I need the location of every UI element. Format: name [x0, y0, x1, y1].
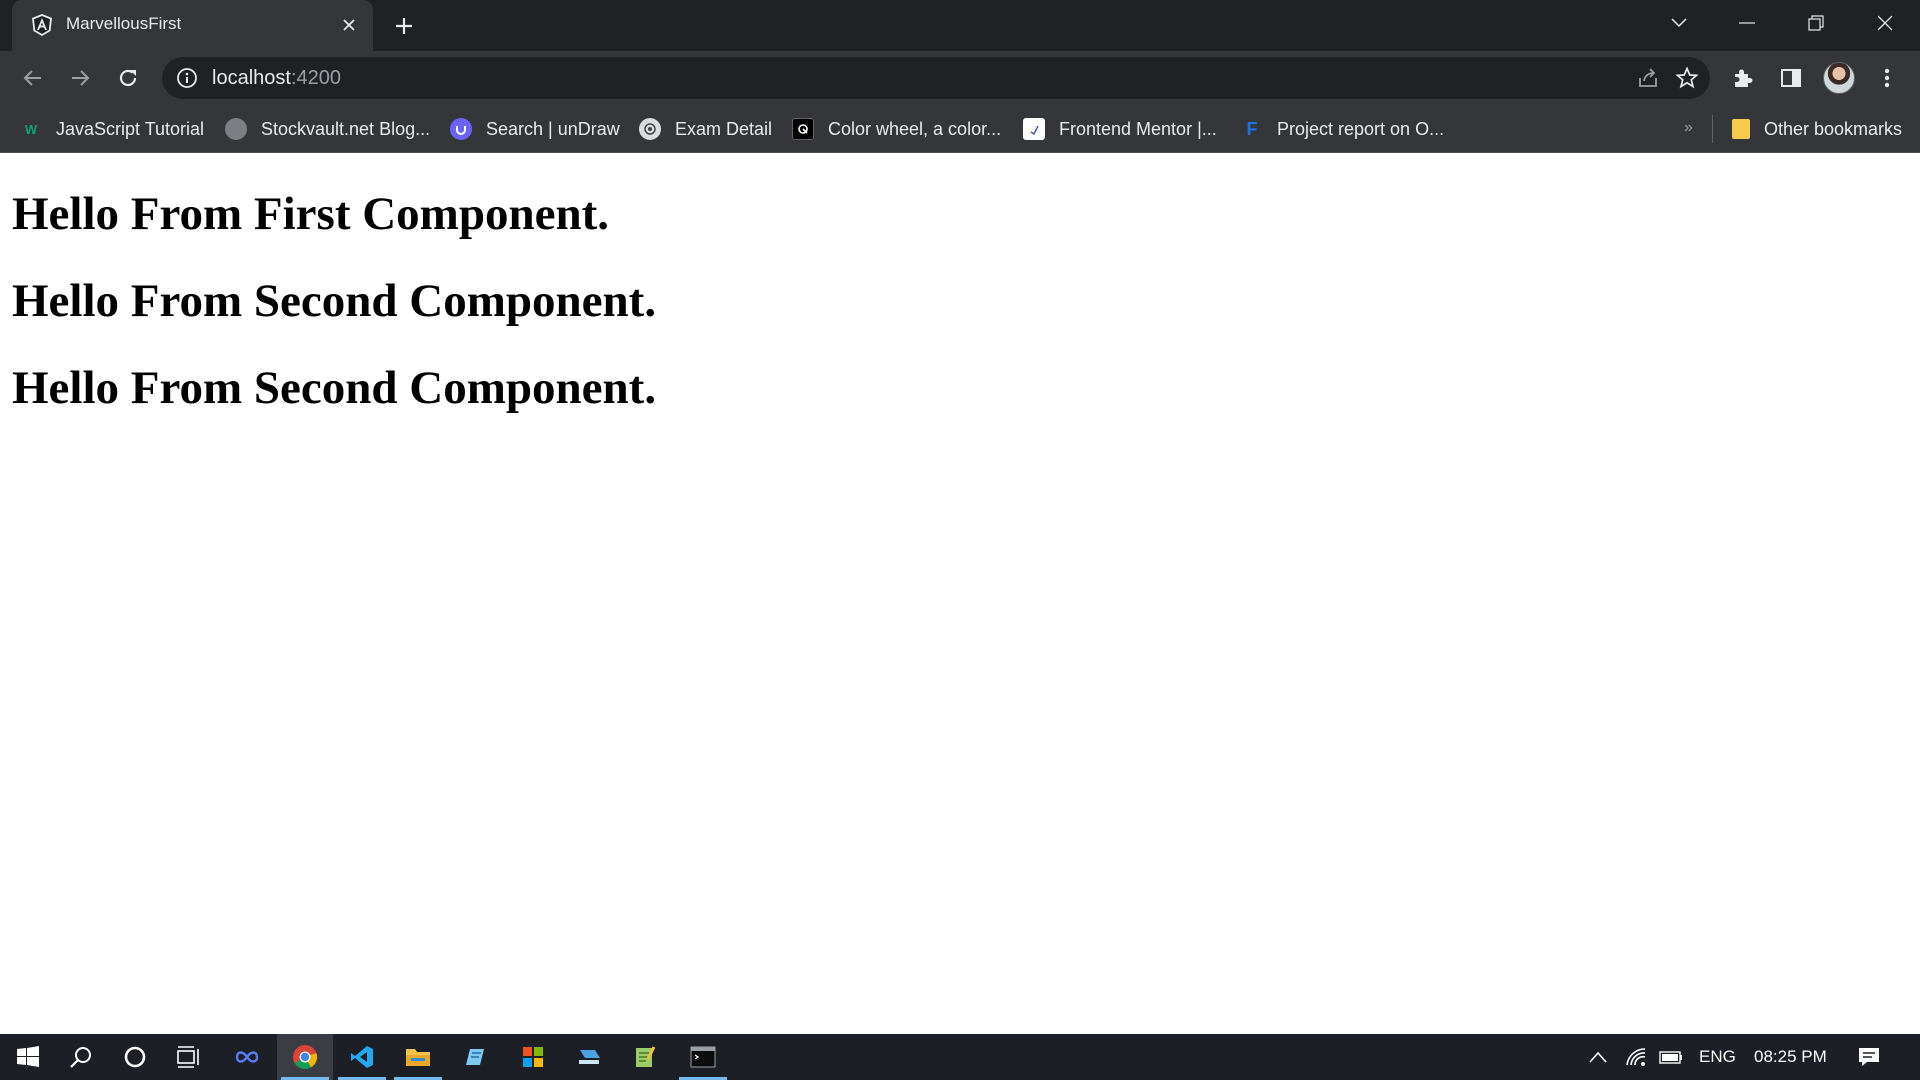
app-icon[interactable] [562, 1034, 618, 1080]
stockvault-icon [225, 118, 247, 140]
bookmark-other-bookmarks[interactable]: Other bookmarks [1732, 115, 1902, 143]
notepad-icon[interactable] [448, 1034, 504, 1080]
tab-title: MarvellousFirst [66, 14, 182, 33]
bookmarks-bar: W JavaScript Tutorial Stockvault.net Blo… [0, 105, 1920, 153]
adobe-color-icon [792, 118, 814, 140]
frontend-mentor-icon [1023, 118, 1045, 140]
bookmark-color-wheel[interactable]: Color wheel, a color... [792, 115, 1001, 143]
share-icon[interactable] [1635, 65, 1661, 91]
tab-search-icon[interactable] [1659, 6, 1699, 40]
close-tab-icon[interactable] [336, 12, 362, 38]
terminal-icon[interactable] [675, 1034, 731, 1080]
chevron-up-icon[interactable] [1585, 1045, 1611, 1069]
notification-icon[interactable] [1856, 1045, 1882, 1069]
more-bookmarks-chevron[interactable]: » [1684, 119, 1693, 137]
clock[interactable]: 08:25 PM [1754, 1047, 1827, 1067]
side-panel-icon[interactable] [1774, 61, 1808, 95]
infinity-app-icon[interactable] [219, 1034, 275, 1080]
url-port: :4200 [290, 67, 341, 89]
cortana-icon[interactable] [107, 1034, 163, 1080]
close-window-icon[interactable] [1865, 6, 1905, 40]
bookmark-undraw[interactable]: Search | unDraw [450, 115, 620, 143]
minimize-icon[interactable] [1727, 6, 1767, 40]
bookmark-frontend-mentor[interactable]: Frontend Mentor |... [1023, 115, 1217, 143]
bookmark-stockvault[interactable]: Stockvault.net Blog... [225, 115, 430, 143]
browser-tab[interactable]: MarvellousFirst [12, 0, 373, 51]
windows-taskbar: ENG 08:25 PM [0, 1034, 1920, 1080]
browser-toolbar: localhost:4200 [0, 51, 1920, 105]
extensions-icon[interactable] [1726, 61, 1760, 95]
bookmark-exam-detail[interactable]: Exam Detail [639, 115, 772, 143]
search-icon[interactable] [53, 1034, 109, 1080]
w3schools-icon: W [24, 121, 38, 137]
profile-avatar[interactable] [1823, 62, 1855, 94]
exam-icon [639, 118, 661, 140]
bookmark-star-icon[interactable] [1674, 65, 1700, 91]
address-bar[interactable]: localhost:4200 [162, 57, 1710, 99]
chrome-icon[interactable] [277, 1034, 333, 1080]
start-icon[interactable] [0, 1034, 56, 1080]
wifi-icon[interactable] [1623, 1045, 1649, 1069]
language-indicator[interactable]: ENG [1699, 1047, 1736, 1067]
second-component-heading-repeat: Hello From Second Component. [12, 362, 657, 414]
reload-icon[interactable] [111, 61, 145, 95]
restore-icon[interactable] [1796, 6, 1836, 40]
forward-icon[interactable] [63, 61, 97, 95]
bookmark-javascript-tutorial[interactable]: W JavaScript Tutorial [20, 115, 204, 143]
site-info-icon[interactable] [176, 67, 198, 89]
menu-kebab-icon[interactable] [1870, 61, 1904, 95]
file-explorer-icon[interactable] [390, 1034, 446, 1080]
back-icon[interactable] [16, 61, 50, 95]
new-tab-icon[interactable] [388, 10, 420, 42]
battery-icon[interactable] [1658, 1045, 1684, 1069]
tab-strip: MarvellousFirst [0, 0, 1920, 51]
bookmark-project-report[interactable]: F Project report on O... [1241, 115, 1445, 143]
task-view-icon[interactable] [161, 1034, 217, 1080]
notepadpp-icon[interactable] [617, 1034, 673, 1080]
page-content: Hello From First Component. Hello From S… [0, 153, 1920, 1034]
folder-icon [1732, 119, 1750, 139]
project-report-icon: F [1246, 118, 1258, 139]
url-host: localhost [212, 67, 291, 89]
second-component-heading: Hello From Second Component. [12, 275, 657, 327]
undraw-icon [450, 118, 472, 140]
bookmarks-divider [1712, 115, 1713, 143]
office-icon[interactable] [505, 1034, 561, 1080]
vscode-icon[interactable] [334, 1034, 390, 1080]
angular-icon [30, 13, 54, 37]
url-text[interactable]: localhost:4200 [212, 67, 341, 90]
first-component-heading: Hello From First Component. [12, 188, 610, 240]
